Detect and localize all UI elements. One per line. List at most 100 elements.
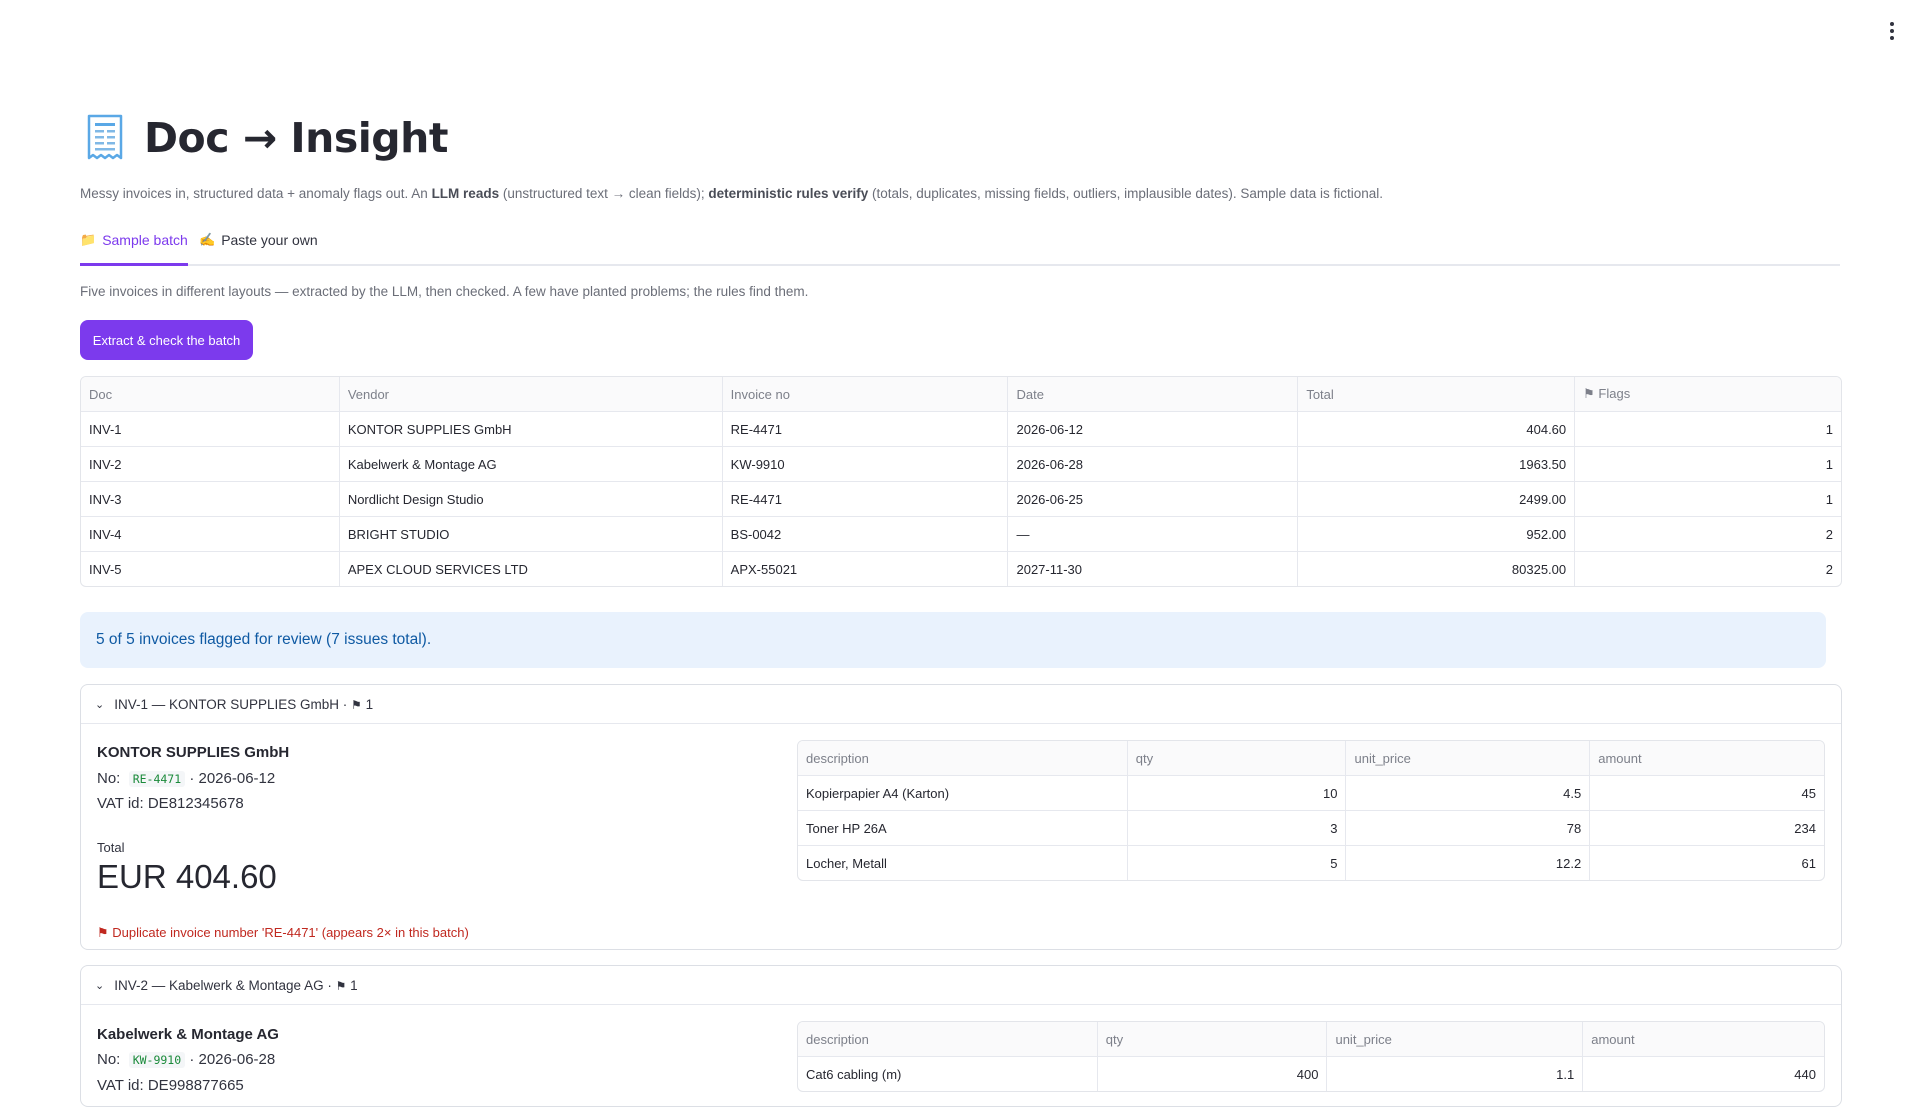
table-row[interactable]: INV-4 BRIGHT STUDIO BS-0042 — 952.00 2 — [81, 516, 1841, 552]
tab-description: Five invoices in different layouts — ext… — [80, 284, 809, 299]
table-cell: 2026-06-28 — [1007, 446, 1299, 482]
table-cell: 2027-11-30 — [1007, 551, 1299, 586]
table-cell: 440 — [1582, 1056, 1824, 1091]
tab-label: Sample batch — [102, 232, 188, 248]
page-subtitle: Messy invoices in, structured data + ano… — [80, 186, 1383, 201]
invoice-date: · 2026-06-28 — [189, 1051, 276, 1068]
table-cell: 12.2 — [1345, 845, 1591, 880]
table-cell: Nordlicht Design Studio — [338, 481, 723, 517]
expander-header[interactable]: ⌄ INV-1 — KONTOR SUPPLIES GmbH · ⚑ 1 — [81, 685, 1841, 724]
column-header[interactable]: qty — [1126, 741, 1347, 776]
table-cell: 2 — [1574, 516, 1841, 552]
no-label: No: — [97, 770, 121, 787]
flag-icon: ⚑ — [351, 697, 362, 712]
column-header[interactable]: unit_price — [1326, 1022, 1584, 1057]
anomaly-alert: ⚑ Duplicate invoice number 'RE-4471' (ap… — [97, 925, 469, 941]
table-cell: INV-1 — [81, 411, 340, 447]
column-header-label: Flags — [1598, 386, 1631, 401]
line-items-table[interactable]: description qty unit_price amount Cat6 c… — [797, 1021, 1825, 1092]
table-cell: Locher, Metall — [798, 845, 1128, 880]
chevron-down-icon: ⌄ — [95, 698, 105, 711]
table-row[interactable]: INV-2 Kabelwerk & Montage AG KW-9910 202… — [81, 446, 1841, 482]
vendor-name: KONTOR SUPPLIES GmbH — [97, 744, 290, 761]
table-cell: APEX CLOUD SERVICES LTD — [338, 551, 723, 586]
table-cell: INV-3 — [81, 481, 340, 517]
main-menu-button[interactable] — [1878, 14, 1906, 48]
table-row[interactable]: Toner HP 26A 3 78 234 — [798, 810, 1824, 846]
table-cell: 45 — [1589, 775, 1824, 811]
table-cell: Cat6 cabling (m) — [798, 1056, 1098, 1091]
table-cell: 1963.50 — [1297, 446, 1576, 482]
column-header-flags[interactable]: ⚑ Flags — [1574, 377, 1841, 412]
subtitle-bold-rules: deterministic rules verify — [708, 186, 869, 201]
column-header[interactable]: amount — [1589, 741, 1824, 776]
table-cell: 1 — [1574, 481, 1841, 517]
vat-id: VAT id: DE812345678 — [97, 795, 244, 812]
expander-title: INV-2 — Kabelwerk & Montage AG · ⚑ 1 — [114, 978, 357, 993]
table-cell: 1 — [1574, 446, 1841, 482]
invoice-number-code: KW-9910 — [128, 1052, 186, 1068]
column-header[interactable]: description — [798, 1022, 1098, 1057]
table-cell: 80325.00 — [1297, 551, 1576, 586]
subtitle-text: (totals, duplicates, missing fields, out… — [868, 186, 1383, 201]
summary-info-box: 5 of 5 invoices flagged for review (7 is… — [80, 612, 1826, 668]
column-header[interactable]: unit_price — [1345, 741, 1591, 776]
invoice-number-code: RE-4471 — [128, 771, 186, 787]
flag-count: 1 — [365, 696, 374, 712]
table-cell: KW-9910 — [721, 446, 1009, 482]
alert-text: Duplicate invoice number 'RE-4471' (appe… — [112, 925, 469, 940]
table-row[interactable]: Kopierpapier A4 (Karton) 10 4.5 45 — [798, 775, 1824, 811]
column-header[interactable]: Date — [1007, 377, 1299, 412]
page-title: Doc → Insight — [144, 114, 448, 162]
table-cell: Kabelwerk & Montage AG — [338, 446, 723, 482]
total-value: EUR 404.60 — [97, 858, 277, 895]
column-header[interactable]: Total — [1297, 377, 1576, 412]
table-cell: Kopierpapier A4 (Karton) — [798, 775, 1128, 811]
invoice-number-line: No: KW-9910 · 2026-06-28 — [97, 1051, 275, 1068]
tab-bar: 📁 Sample batch ✍️ Paste your own — [80, 232, 1840, 266]
table-cell: 2026-06-12 — [1007, 411, 1299, 447]
table-cell: KONTOR SUPPLIES GmbH — [338, 411, 723, 447]
flag-icon: ⚑ — [97, 925, 109, 940]
line-items-table[interactable]: description qty unit_price amount Kopier… — [797, 740, 1825, 881]
column-header[interactable]: qty — [1096, 1022, 1328, 1057]
column-header[interactable]: Vendor — [338, 377, 723, 412]
folder-icon: 📁 — [80, 232, 97, 247]
page-header: Doc → Insight — [80, 112, 448, 164]
column-header[interactable]: Invoice no — [721, 377, 1009, 412]
expander-title: INV-1 — KONTOR SUPPLIES GmbH · ⚑ 1 — [114, 697, 373, 712]
results-table[interactable]: Doc Vendor Invoice no Date Total ⚑ Flags… — [80, 376, 1842, 587]
table-cell: INV-2 — [81, 446, 340, 482]
column-header[interactable]: amount — [1582, 1022, 1824, 1057]
invoice-number-line: No: RE-4471 · 2026-06-12 — [97, 770, 275, 787]
table-cell: 2026-06-25 — [1007, 481, 1299, 517]
table-row[interactable]: Cat6 cabling (m) 400 1.1 440 — [798, 1056, 1824, 1091]
writing-hand-icon: ✍️ — [199, 232, 216, 247]
tab-sample-batch[interactable]: 📁 Sample batch — [80, 232, 188, 266]
table-row[interactable]: INV-3 Nordlicht Design Studio RE-4471 20… — [81, 481, 1841, 517]
extract-check-button[interactable]: Extract & check the batch — [80, 320, 253, 360]
table-row[interactable]: INV-5 APEX CLOUD SERVICES LTD APX-55021 … — [81, 551, 1841, 586]
table-cell: 3 — [1126, 810, 1347, 846]
table-cell: 61 — [1589, 845, 1824, 880]
invoice-expander-inv-1: ⌄ INV-1 — KONTOR SUPPLIES GmbH · ⚑ 1 KON… — [80, 684, 1842, 950]
total-label: Total — [97, 840, 125, 855]
table-cell: INV-5 — [81, 551, 340, 586]
table-cell: RE-4471 — [721, 481, 1009, 517]
table-cell: 234 — [1589, 810, 1824, 846]
subtitle-bold-llm: LLM reads — [431, 186, 500, 201]
table-cell: 400 — [1096, 1056, 1328, 1091]
expander-header[interactable]: ⌄ INV-2 — Kabelwerk & Montage AG · ⚑ 1 — [81, 966, 1841, 1005]
subtitle-text: (unstructured text → clean fields); — [499, 186, 709, 201]
column-header[interactable]: description — [798, 741, 1128, 776]
column-header[interactable]: Doc — [81, 377, 340, 412]
table-cell: 78 — [1345, 810, 1591, 846]
table-cell: 4.5 — [1345, 775, 1591, 811]
tab-paste-your-own[interactable]: ✍️ Paste your own — [199, 232, 318, 264]
table-row[interactable]: INV-1 KONTOR SUPPLIES GmbH RE-4471 2026-… — [81, 411, 1841, 447]
table-row[interactable]: Locher, Metall 5 12.2 61 — [798, 845, 1824, 880]
table-cell: 2499.00 — [1297, 481, 1576, 517]
table-cell: — — [1007, 516, 1299, 552]
table-cell: 1 — [1574, 411, 1841, 447]
table-cell: 5 — [1126, 845, 1347, 880]
